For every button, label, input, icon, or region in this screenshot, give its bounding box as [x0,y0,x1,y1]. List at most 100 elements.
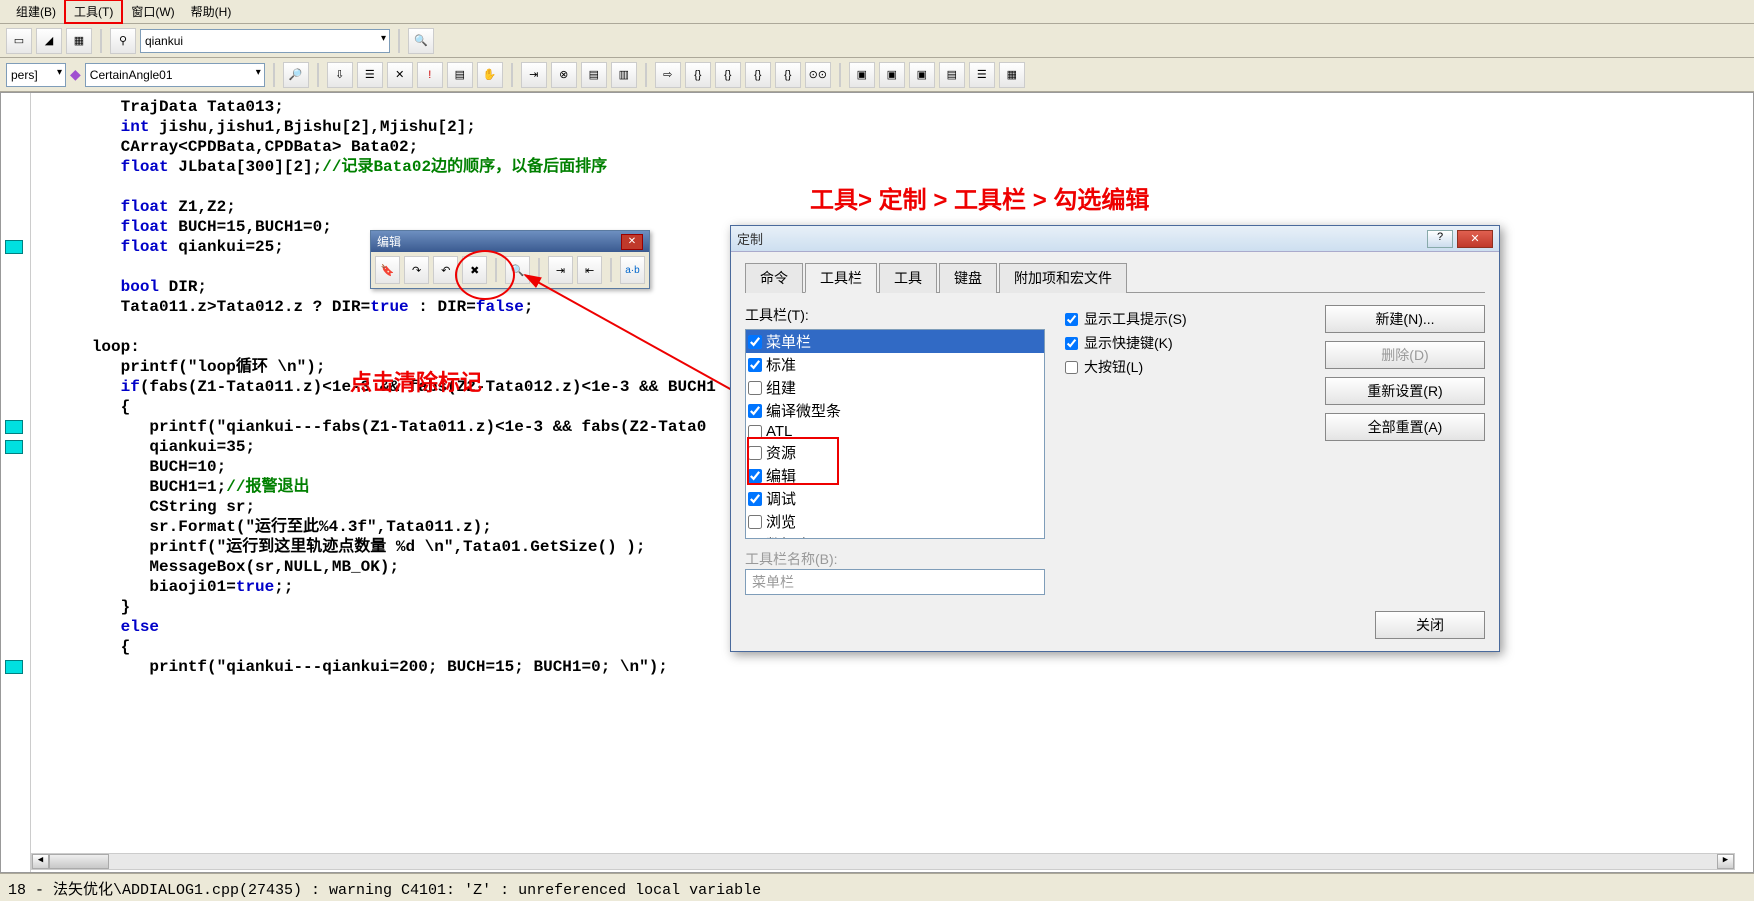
code-line: CArray<CPDBata,CPDBata> Bata02; [63,137,1753,157]
indent-icon[interactable]: ⇥ [548,256,573,284]
tb-icon-2[interactable]: ◢ [36,28,62,54]
tb3-icon-12[interactable]: {} [685,62,711,88]
menu-window[interactable]: 窗口(W) [123,1,182,22]
list-item-label: 标准 [766,354,796,375]
class-combo[interactable]: pers] [6,63,66,87]
list-item[interactable]: 编辑 [746,464,1044,487]
scroll-right-icon[interactable]: ▶ [1717,854,1734,869]
h-scrollbar[interactable]: ◀ ▶ [31,853,1735,870]
menubar: 组建(B) 工具(T) 窗口(W) 帮助(H) [0,0,1754,24]
bookmark-clear-icon[interactable]: ✖ [462,256,487,284]
tb3-icon-22[interactable]: ▦ [999,62,1025,88]
tb3-icon-10[interactable]: ▥ [611,62,637,88]
list-checkbox[interactable] [748,492,762,506]
list-item[interactable]: 调试 [746,487,1044,510]
bookmark-icon[interactable] [5,240,23,254]
list-item[interactable]: 浏览 [746,510,1044,533]
float-tb-title: 编辑 [377,233,401,250]
new-button[interactable]: 新建(N)... [1325,305,1485,333]
find-icon[interactable]: 🔍 [505,256,530,284]
tb3-icon-9[interactable]: ▤ [581,62,607,88]
tb3-icon-3[interactable]: ☰ [357,62,383,88]
list-item[interactable]: 菜单栏 [746,330,1044,353]
list-checkbox[interactable] [748,381,762,395]
close-button[interactable]: 关闭 [1375,611,1485,639]
tb3-icon-1[interactable]: 🔎 [283,62,309,88]
search-combo[interactable]: qiankui [140,29,390,53]
tb3-icon-5[interactable]: ! [417,62,443,88]
chk-shortcut[interactable]: 显示快捷键(K) [1065,333,1305,353]
menu-help[interactable]: 帮助(H) [183,1,240,22]
tb3-icon-19[interactable]: ▣ [909,62,935,88]
tb-icon-1[interactable]: ▭ [6,28,32,54]
list-item[interactable]: ATL [746,422,1044,441]
tab-0[interactable]: 命令 [745,263,803,293]
list-item[interactable]: 数据库 [746,533,1044,539]
chk-large[interactable]: 大按钮(L) [1065,357,1305,377]
customize-dialog: 定制 ? ✕ 命令工具栏工具键盘附加项和宏文件 工具栏(T): 菜单栏标准组建编… [730,225,1500,652]
dialog-close-icon[interactable]: ✕ [1457,230,1493,248]
tb3-icon-21[interactable]: ☰ [969,62,995,88]
delete-button[interactable]: 删除(D) [1325,341,1485,369]
list-checkbox[interactable] [748,335,762,349]
tb3-icon-7[interactable]: ⇥ [521,62,547,88]
tb3-icon-4[interactable]: ✕ [387,62,413,88]
resetall-button[interactable]: 全部重置(A) [1325,413,1485,441]
list-item[interactable]: 编译微型条 [746,399,1044,422]
tab-1[interactable]: 工具栏 [805,263,877,293]
outdent-icon[interactable]: ⇤ [577,256,602,284]
bookmark-icon[interactable] [5,660,23,674]
list-item[interactable]: 组建 [746,376,1044,399]
bookmark-prev-icon[interactable]: ↶ [433,256,458,284]
list-item[interactable]: 资源 [746,441,1044,464]
tb3-icon-20[interactable]: ▤ [939,62,965,88]
member-combo[interactable]: CertainAngle01 [85,63,265,87]
list-checkbox[interactable] [748,446,762,460]
tb3-icon-13[interactable]: {} [715,62,741,88]
chk-tooltip[interactable]: 显示工具提示(S) [1065,309,1305,329]
toolbar-listbox[interactable]: 菜单栏标准组建编译微型条ATL资源编辑调试浏览数据库 [745,329,1045,539]
list-item-label: 调试 [766,488,796,509]
reset-button[interactable]: 重新设置(R) [1325,377,1485,405]
toolbar-name-input[interactable] [745,569,1045,595]
tab-2[interactable]: 工具 [879,263,937,293]
ab-icon[interactable]: a·b [620,256,645,284]
tb3-icon-16[interactable]: ⊙⊙ [805,62,831,88]
tab-3[interactable]: 键盘 [939,263,997,293]
tb3-icon-6[interactable]: ▤ [447,62,473,88]
status-text: 18 - 法矢优化\ADDIALOG1.cpp(27435) : warning… [8,882,761,899]
list-item[interactable]: 标准 [746,353,1044,376]
list-checkbox[interactable] [748,469,762,483]
list-checkbox[interactable] [748,425,762,439]
tb-icon-3[interactable]: ▦ [66,28,92,54]
bookmark-toggle-icon[interactable]: 🔖 [375,256,400,284]
tab-4[interactable]: 附加项和宏文件 [999,263,1127,293]
menu-build[interactable]: 组建(B) [8,1,64,22]
help-icon[interactable]: ? [1427,230,1453,248]
tb3-icon-14[interactable]: {} [745,62,771,88]
list-checkbox[interactable] [748,538,762,540]
close-icon[interactable]: ✕ [621,234,643,250]
tb3-icon-11[interactable]: ⇨ [655,62,681,88]
list-checkbox[interactable] [748,515,762,529]
search-value: qiankui [145,34,183,48]
menu-tools[interactable]: 工具(T) [64,0,123,24]
bookmark-icon[interactable] [5,440,23,454]
tb3-icon-15[interactable]: {} [775,62,801,88]
list-checkbox[interactable] [748,358,762,372]
find-in-files-icon[interactable]: 🔍 [408,28,434,54]
list-item-label: 资源 [766,442,796,463]
tb-icon-4[interactable]: ⚲ [110,28,136,54]
scroll-left-icon[interactable]: ◀ [32,854,49,869]
list-item-label: 编辑 [766,465,796,486]
tb3-icon-17[interactable]: ▣ [849,62,875,88]
bookmark-next-icon[interactable]: ↷ [404,256,429,284]
code-line: int jishu,jishu1,Bjishu[2],Mjishu[2]; [63,117,1753,137]
list-checkbox[interactable] [748,404,762,418]
hand-icon[interactable]: ✋ [477,62,503,88]
tb3-icon-8[interactable]: ⊗ [551,62,577,88]
scroll-thumb[interactable] [49,854,109,869]
tb3-icon-2[interactable]: ⇩ [327,62,353,88]
bookmark-icon[interactable] [5,420,23,434]
tb3-icon-18[interactable]: ▣ [879,62,905,88]
